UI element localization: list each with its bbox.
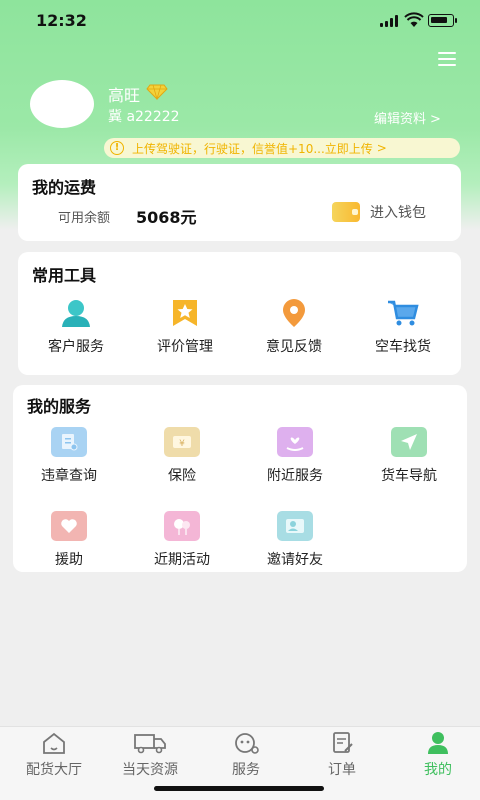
tab-label: 当天资源 bbox=[122, 762, 178, 778]
truck-icon bbox=[134, 734, 166, 754]
violation-query-icon bbox=[51, 427, 87, 457]
battery-icon bbox=[428, 14, 457, 27]
tool-find-cargo[interactable]: 空车找货 bbox=[353, 298, 453, 356]
status-time: 12:32 bbox=[36, 11, 87, 30]
service-label: 保险 bbox=[168, 468, 196, 484]
tab-label: 服务 bbox=[232, 762, 260, 778]
service-label: 违章查询 bbox=[41, 468, 97, 484]
order-icon bbox=[333, 732, 353, 753]
tool-feedback[interactable]: 意见反馈 bbox=[244, 298, 344, 356]
common-tools-card: 常用工具 客户服务 评价管理 意见反馈 空车找货 bbox=[18, 252, 461, 375]
wallet-icon bbox=[332, 202, 360, 222]
tool-label: 评价管理 bbox=[157, 339, 213, 355]
avatar[interactable] bbox=[30, 80, 94, 128]
status-bar: 12:32 bbox=[0, 0, 480, 44]
tab-service[interactable]: 服务 bbox=[198, 731, 294, 779]
tools-title: 常用工具 bbox=[32, 266, 97, 285]
service-insurance[interactable]: ¥ 保险 bbox=[132, 427, 232, 485]
activity-icon bbox=[164, 511, 200, 541]
chevron-right-icon: > bbox=[376, 141, 387, 155]
service-violation-query[interactable]: 违章查询 bbox=[19, 427, 119, 485]
home-icon bbox=[43, 732, 65, 754]
tool-label: 意见反馈 bbox=[266, 339, 322, 355]
services-title: 我的服务 bbox=[27, 397, 92, 416]
tab-label: 配货大厅 bbox=[26, 762, 82, 778]
wifi-icon bbox=[404, 12, 424, 27]
profile-icon bbox=[428, 732, 448, 754]
my-services-card: 我的服务 违章查询 ¥ 保险 附近服务 货车导航 援助 近期活动 邀请好友 bbox=[13, 385, 467, 572]
edit-profile-label: 编辑资料 bbox=[374, 112, 427, 127]
balance-label: 可用余额 bbox=[58, 211, 111, 226]
wallet-label: 进入钱包 bbox=[370, 205, 426, 221]
tab-today-resources[interactable]: 当天资源 bbox=[102, 731, 198, 779]
tab-mine[interactable]: 我的 bbox=[390, 731, 480, 779]
tool-customer-service[interactable]: 客户服务 bbox=[26, 298, 126, 356]
upload-notice-banner[interactable]: ! 上传驾驶证，行驶证，信誉值+10...立即上传 > bbox=[104, 138, 460, 158]
signal-icon bbox=[380, 15, 400, 27]
freight-title: 我的运费 bbox=[32, 178, 97, 197]
invite-friend-icon bbox=[277, 511, 313, 541]
service-label: 附近服务 bbox=[267, 468, 323, 484]
tab-label: 我的 bbox=[424, 762, 452, 778]
tool-label: 空车找货 bbox=[375, 339, 431, 355]
home-indicator bbox=[154, 786, 324, 791]
review-icon bbox=[173, 300, 197, 326]
service-icon bbox=[235, 733, 259, 754]
freight-card: 我的运费 可用余额 5068元 进入钱包 bbox=[18, 164, 461, 241]
warning-icon: ! bbox=[110, 141, 124, 155]
user-name: 高旺 bbox=[108, 86, 141, 105]
assistance-icon bbox=[51, 511, 87, 541]
customer-service-icon bbox=[62, 300, 90, 327]
enter-wallet-button[interactable]: 进入钱包 bbox=[332, 202, 426, 222]
service-nearby[interactable]: 附近服务 bbox=[245, 427, 345, 485]
svg-text:¥: ¥ bbox=[179, 439, 185, 449]
service-label: 援助 bbox=[55, 552, 83, 568]
license-plate: 冀 a22222 bbox=[108, 109, 180, 125]
settings-menu-icon[interactable] bbox=[438, 50, 458, 68]
tool-label: 客户服务 bbox=[48, 339, 104, 355]
service-invite-friends[interactable]: 邀请好友 bbox=[245, 511, 345, 569]
tab-orders[interactable]: 订单 bbox=[294, 731, 390, 779]
tab-dispatch-hall[interactable]: 配货大厅 bbox=[6, 731, 102, 779]
vip-diamond-icon bbox=[146, 84, 168, 100]
nearby-service-icon bbox=[277, 427, 313, 457]
tool-review-management[interactable]: 评价管理 bbox=[135, 298, 235, 356]
navigation-icon bbox=[391, 427, 427, 457]
service-label: 货车导航 bbox=[381, 468, 437, 484]
service-recent-activities[interactable]: 近期活动 bbox=[132, 511, 232, 569]
cart-icon bbox=[388, 300, 419, 326]
tab-label: 订单 bbox=[328, 762, 356, 778]
balance-value: 5068元 bbox=[136, 208, 197, 227]
edit-profile-link[interactable]: 编辑资料 > bbox=[374, 108, 441, 127]
chevron-right-icon: > bbox=[430, 112, 441, 127]
service-assistance[interactable]: 援助 bbox=[19, 511, 119, 569]
service-truck-navigation[interactable]: 货车导航 bbox=[359, 427, 459, 485]
insurance-icon: ¥ bbox=[164, 427, 200, 457]
feedback-icon bbox=[283, 299, 305, 327]
service-label: 近期活动 bbox=[154, 552, 210, 568]
service-label: 邀请好友 bbox=[267, 552, 323, 568]
notice-text: 上传驾驶证，行驶证，信誉值+10...立即上传 bbox=[132, 141, 373, 156]
